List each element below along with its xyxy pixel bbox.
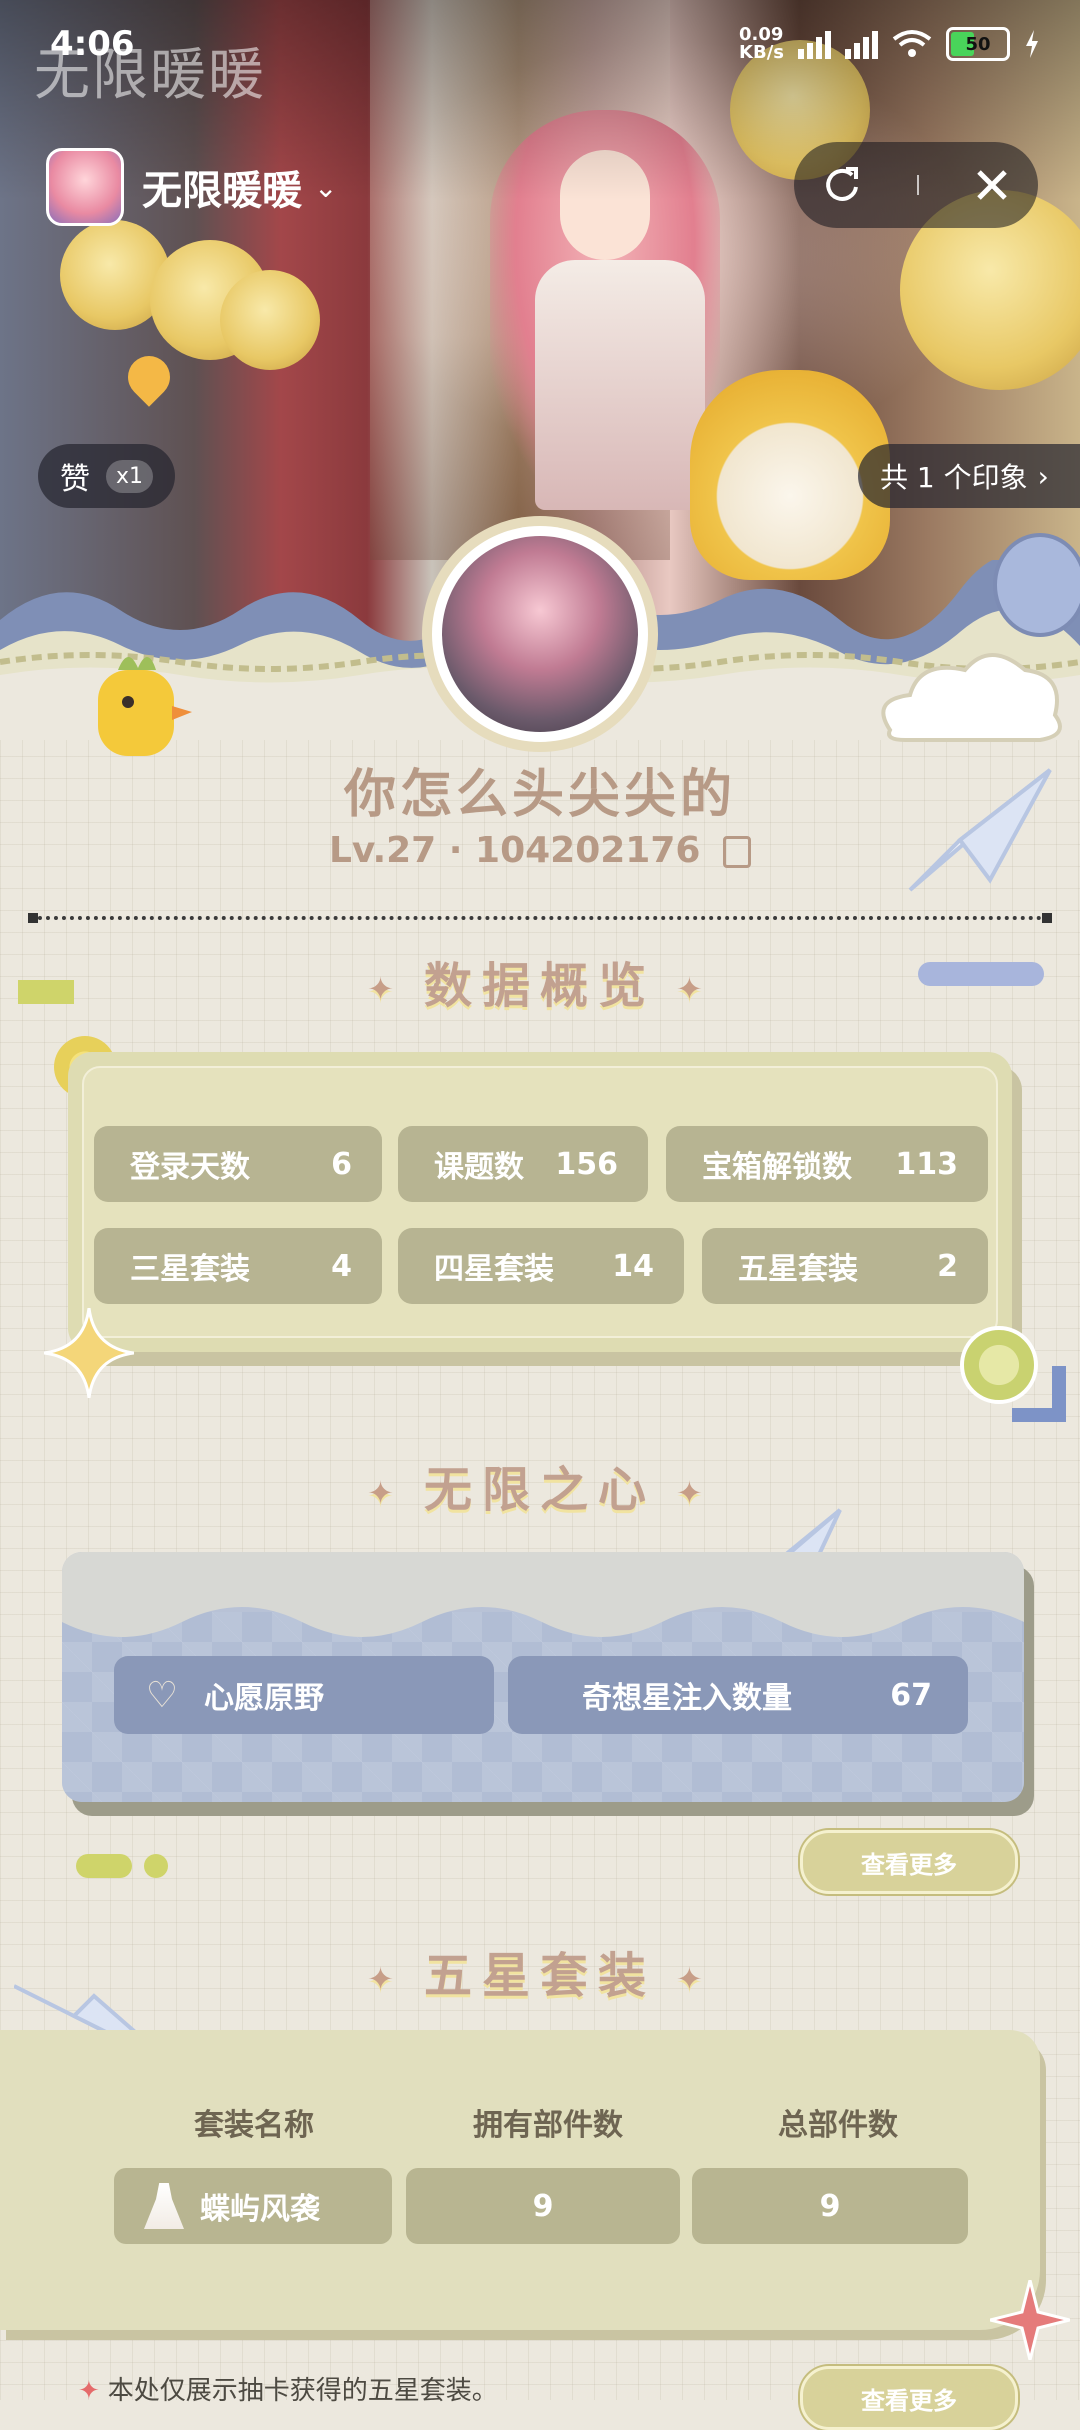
network-speed: 0.09 KB/s: [739, 26, 784, 62]
stat-chests: 宝箱解锁数 113: [666, 1126, 988, 1202]
heart-inject-value: 67: [890, 1677, 932, 1713]
cloud-decoration: [881, 653, 1062, 742]
copy-icon[interactable]: [723, 836, 752, 868]
mascot-art: [220, 270, 320, 370]
stat-tasks: 课题数 156: [398, 1126, 648, 1202]
stat-three-star: 三星套装 4: [94, 1228, 382, 1304]
level-text: Lv.27: [328, 830, 437, 871]
profile-avatar-image: [442, 536, 638, 732]
green-tape-decoration: [76, 1854, 132, 1878]
close-icon[interactable]: [974, 167, 1010, 203]
blue-corner-decoration: [1012, 1366, 1066, 1422]
signal-icon: [845, 29, 878, 59]
stat-value: 113: [895, 1146, 958, 1182]
level-separator: ·: [448, 830, 463, 871]
view-more-label: 查看更多: [861, 2386, 957, 2415]
share-icon[interactable]: [822, 165, 862, 205]
stat-four-star: 四星套装 14: [398, 1228, 684, 1304]
charging-icon: [1026, 30, 1038, 58]
stat-label: 三星套装: [130, 1252, 250, 1287]
status-indicators: 0.09 KB/s 50: [739, 26, 1040, 62]
overview-title: 数据概览: [423, 958, 656, 1014]
heart-region-label: 心愿原野: [204, 1681, 324, 1716]
blue-tape-decoration: [918, 962, 1044, 986]
battery-percent: 50: [965, 33, 991, 55]
mini-program-capsule: [794, 142, 1038, 228]
stat-value: 14: [612, 1248, 654, 1284]
suit-header-total: 总部件数: [778, 2108, 898, 2143]
suit-footnote-text: 本处仅展示抽卡获得的五星套装。: [107, 2376, 498, 2406]
app-avatar: [46, 148, 124, 226]
sparkle-icon: [44, 1308, 134, 1398]
status-time: 4:06: [50, 24, 135, 64]
stat-login-days: 登录天数 6: [94, 1126, 382, 1202]
view-more-button[interactable]: 查看更多: [800, 1830, 1018, 1894]
heart-card-wave: [62, 1552, 1024, 1637]
stat-label: 课题数: [434, 1150, 524, 1185]
heart-icon: ♡: [145, 1674, 179, 1716]
suit-header-name: 套装名称: [194, 2108, 314, 2143]
suit-header-owned: 拥有部件数: [473, 2108, 623, 2143]
suit-title: 五星套装: [423, 1948, 656, 2004]
stat-value: 156: [555, 1146, 618, 1182]
diamond-icon: ✦: [676, 970, 713, 1008]
dress-icon: [144, 2183, 184, 2229]
stat-value: 2: [937, 1248, 958, 1284]
diamond-icon: ✦: [367, 1960, 404, 1998]
stat-label: 宝箱解锁数: [702, 1150, 852, 1185]
character-dress-art: [535, 260, 705, 510]
like-count: x1: [106, 459, 154, 493]
impression-label: 共 1 个印象: [880, 461, 1028, 494]
signal-icon: [798, 29, 831, 59]
network-speed-unit: KB/s: [739, 42, 784, 63]
diamond-icon: ✦: [676, 1960, 713, 1998]
dotted-divider: [28, 913, 1052, 923]
suit-total-cell: 9: [692, 2168, 968, 2244]
chick-decoration: [98, 656, 192, 756]
profile-avatar[interactable]: [432, 526, 648, 742]
view-more-label: 查看更多: [861, 1850, 957, 1879]
chevron-right-icon: ›: [1037, 459, 1049, 493]
app-header[interactable]: 无限暖暖 ⌄: [46, 148, 337, 226]
impression-button[interactable]: 共 1 个印象 ›: [858, 444, 1080, 508]
suit-owned-cell: 9: [406, 2168, 680, 2244]
stats-card: [68, 1052, 1012, 1352]
nickname: 你怎么头尖尖的: [343, 765, 736, 825]
green-dot-decoration: [144, 1854, 168, 1878]
green-tape-decoration: [18, 980, 74, 1004]
suit-name: 蝶屿风袭: [200, 2192, 320, 2227]
wifi-icon: [892, 30, 932, 57]
star-decoration: [990, 2280, 1070, 2360]
capsule-divider: [916, 175, 919, 195]
app-name: 无限暖暖: [142, 168, 302, 214]
balloon-decoration: [993, 533, 1080, 637]
stat-value: 6: [331, 1146, 352, 1182]
like-button[interactable]: 赞 x1: [38, 444, 176, 508]
stat-label: 五星套装: [738, 1252, 858, 1287]
uid-text: 104202176: [475, 830, 701, 871]
battery-icon: 50: [946, 27, 1010, 61]
diamond-icon: ✦: [367, 1474, 404, 1512]
view-more-button-suits[interactable]: 查看更多: [800, 2366, 1018, 2430]
chevron-down-icon: ⌄: [314, 170, 338, 204]
diamond-icon: ✦: [367, 970, 404, 1008]
stat-value: 4: [331, 1248, 352, 1284]
suit-name-cell[interactable]: 蝶屿风袭: [114, 2168, 392, 2244]
suit-footnote: ✦ 本处仅展示抽卡获得的五星套装。: [78, 2370, 498, 2407]
heart-inject-label: 奇想星注入数量: [582, 1681, 792, 1716]
stat-label: 四星套装: [434, 1252, 554, 1287]
like-label: 赞: [60, 462, 90, 497]
section-title-overview: ✦ 数据概览 ✦: [0, 946, 1080, 1016]
stat-label: 登录天数: [130, 1150, 250, 1185]
diamond-icon: ✦: [676, 1474, 713, 1512]
heart-title: 无限之心: [423, 1462, 656, 1518]
section-title-heart: ✦ 无限之心 ✦: [0, 1450, 1080, 1520]
heart-region-button[interactable]: ♡ 心愿原野: [114, 1656, 494, 1734]
star-icon: ✦: [78, 2376, 100, 2406]
heart-inject-pill: 奇想星注入数量 67: [508, 1656, 968, 1734]
stat-five-star: 五星套装 2: [702, 1228, 988, 1304]
level-uid-line: Lv.27 · 104202176: [0, 830, 1080, 871]
status-bar: 4:06 0.09 KB/s 50: [0, 0, 1080, 90]
